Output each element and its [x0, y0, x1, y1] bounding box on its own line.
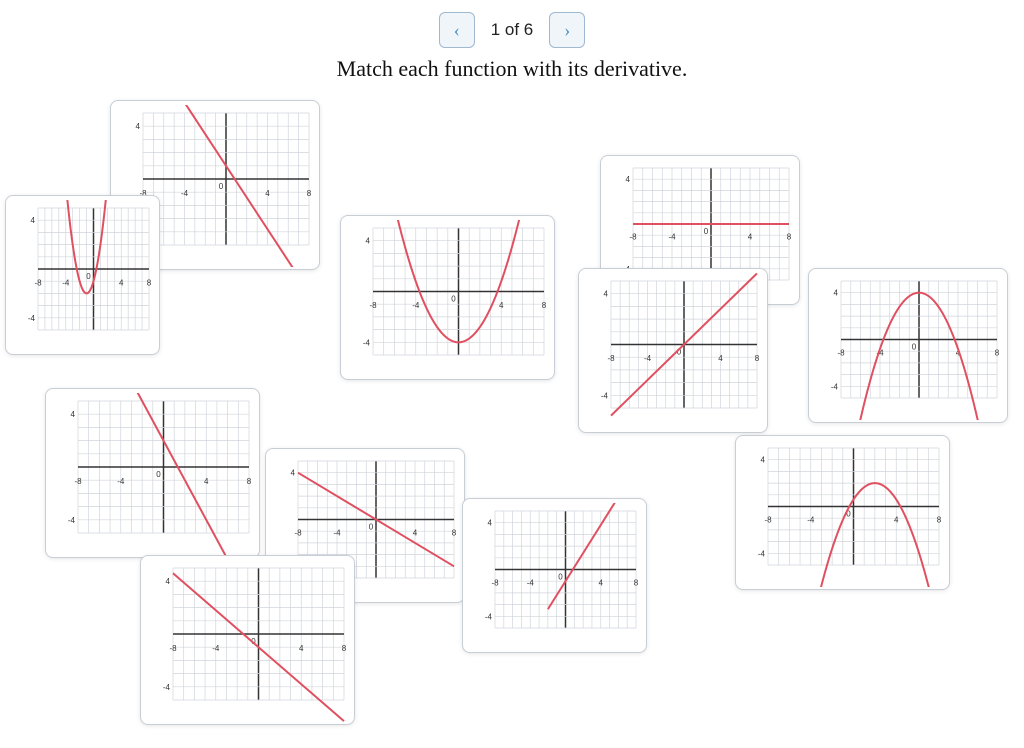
svg-text:-4: -4: [807, 516, 815, 525]
svg-text:8: 8: [247, 477, 252, 486]
svg-text:-8: -8: [491, 579, 499, 588]
graph-card-9[interactable]: -8-4480-44: [578, 268, 768, 433]
svg-text:8: 8: [342, 644, 347, 653]
svg-text:8: 8: [995, 349, 1000, 358]
svg-text:0: 0: [369, 523, 374, 532]
prev-icon: ‹: [454, 20, 460, 41]
svg-text:-4: -4: [163, 683, 171, 692]
svg-text:4: 4: [894, 516, 899, 525]
svg-text:0: 0: [86, 272, 91, 281]
graph-card-2[interactable]: -8 -4 4 8 0 -4 4: [5, 195, 160, 355]
svg-text:4: 4: [599, 579, 604, 588]
svg-text:-4: -4: [333, 529, 341, 538]
svg-text:4: 4: [366, 237, 371, 246]
svg-text:-4: -4: [412, 301, 420, 310]
svg-text:-8: -8: [369, 301, 377, 310]
svg-text:0: 0: [558, 573, 563, 582]
svg-text:4: 4: [761, 456, 766, 465]
next-icon: ›: [564, 20, 570, 41]
svg-text:-4: -4: [485, 612, 493, 621]
graph-card-6[interactable]: -8-4480-44: [140, 555, 355, 725]
svg-text:-8: -8: [34, 278, 42, 287]
svg-text:-4: -4: [62, 278, 70, 287]
svg-text:-8: -8: [837, 349, 845, 358]
svg-text:-4: -4: [644, 354, 652, 363]
svg-text:4: 4: [626, 175, 631, 184]
prev-button[interactable]: ‹: [439, 12, 475, 48]
svg-text:4: 4: [499, 301, 504, 310]
svg-text:-4: -4: [527, 579, 535, 588]
svg-text:-8: -8: [294, 529, 302, 538]
graph-card-11[interactable]: -8-4480-44: [735, 435, 950, 590]
svg-text:4: 4: [166, 577, 171, 586]
svg-text:4: 4: [748, 233, 753, 242]
svg-text:8: 8: [787, 233, 792, 242]
svg-text:4: 4: [718, 354, 723, 363]
svg-text:4: 4: [488, 519, 493, 528]
svg-text:8: 8: [542, 301, 547, 310]
svg-text:-8: -8: [629, 233, 637, 242]
svg-text:-4: -4: [601, 391, 609, 400]
svg-text:-4: -4: [68, 516, 76, 525]
svg-text:8: 8: [937, 516, 942, 525]
svg-text:4: 4: [834, 289, 839, 298]
svg-text:-4: -4: [181, 189, 189, 198]
svg-text:4: 4: [119, 278, 124, 287]
svg-text:4: 4: [299, 644, 304, 653]
svg-text:-4: -4: [363, 338, 371, 347]
svg-text:-8: -8: [74, 477, 82, 486]
svg-text:0: 0: [219, 182, 224, 191]
svg-text:8: 8: [452, 529, 457, 538]
svg-text:4: 4: [291, 469, 296, 478]
svg-text:8: 8: [307, 189, 312, 198]
svg-text:8: 8: [634, 579, 639, 588]
svg-text:0: 0: [451, 295, 456, 304]
svg-text:-4: -4: [28, 314, 36, 323]
svg-text:0: 0: [912, 343, 917, 352]
svg-text:8: 8: [755, 354, 760, 363]
graph-card-4[interactable]: -8 -4 4 8 0 -4 4: [45, 388, 260, 558]
svg-text:4: 4: [265, 189, 270, 198]
svg-text:8: 8: [147, 278, 152, 287]
svg-text:4: 4: [604, 290, 609, 299]
pagination-header: ‹ 1 of 6 ›: [0, 0, 1024, 56]
svg-text:0: 0: [156, 470, 161, 479]
svg-text:-8: -8: [764, 516, 772, 525]
graph-card-7[interactable]: -8 -4 4 8 0 -4 4: [462, 498, 647, 653]
svg-text:-4: -4: [758, 549, 766, 558]
next-button[interactable]: ›: [549, 12, 585, 48]
svg-text:-8: -8: [169, 644, 177, 653]
page-title: Match each function with its derivative.: [0, 56, 1024, 82]
svg-text:4: 4: [31, 216, 36, 225]
svg-text:0: 0: [704, 227, 709, 236]
svg-text:4: 4: [71, 410, 76, 419]
svg-text:-4: -4: [212, 644, 220, 653]
svg-text:4: 4: [413, 529, 418, 538]
svg-text:-4: -4: [831, 382, 839, 391]
graph-card-3[interactable]: -8 -4 4 8 0 -4 4: [340, 215, 555, 380]
graph-card-10[interactable]: -8-4480-44: [808, 268, 1008, 423]
svg-text:-4: -4: [668, 233, 676, 242]
svg-text:4: 4: [136, 122, 141, 131]
svg-text:4: 4: [204, 477, 209, 486]
svg-text:-4: -4: [117, 477, 125, 486]
page-indicator: 1 of 6: [491, 20, 534, 40]
svg-text:-8: -8: [607, 354, 615, 363]
